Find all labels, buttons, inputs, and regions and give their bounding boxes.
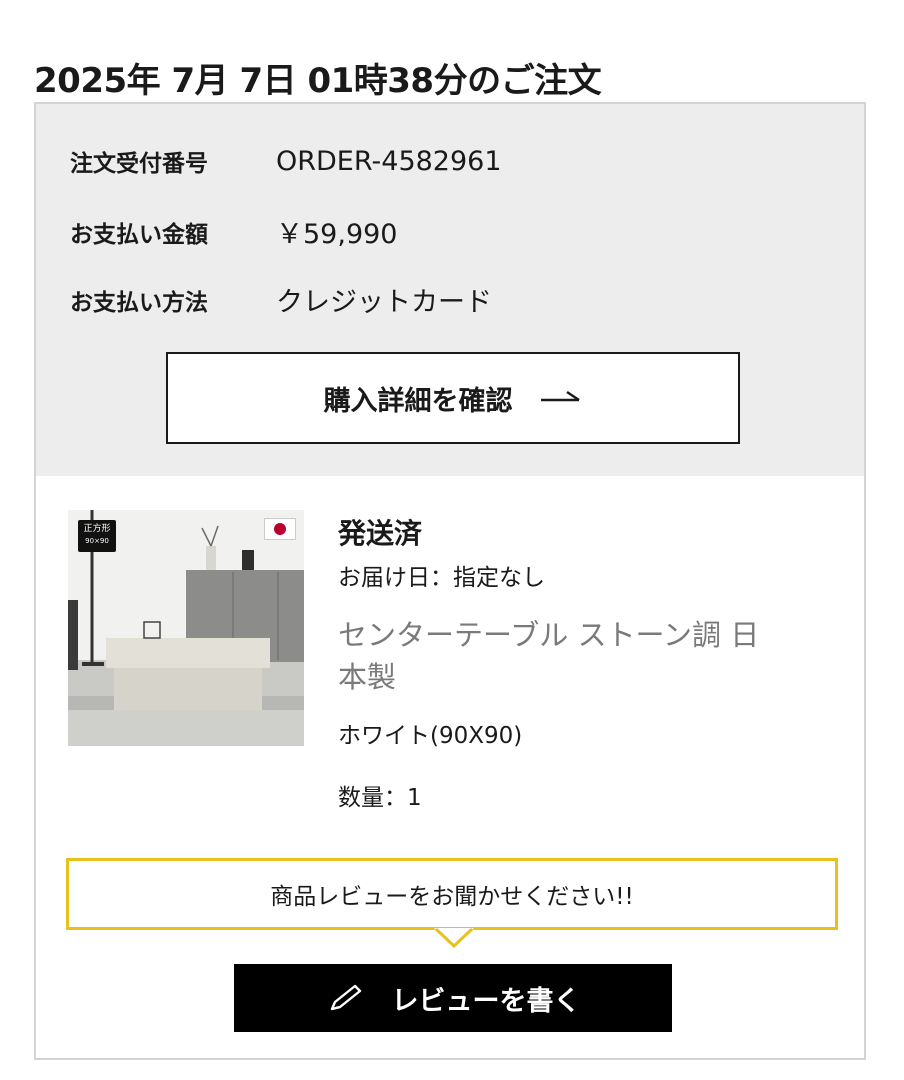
item-info: 発送済 お届け日：指定なし センターテーブル ストーン調 日本製 ホワイト(90… <box>338 514 838 814</box>
write-review-label: レビューを書く <box>391 985 581 1017</box>
view-purchase-details-label: 購入詳細を確認 <box>323 385 513 417</box>
order-number-value: ORDER-4582961 <box>276 145 502 177</box>
payment-amount-label: お支払い金額 <box>70 221 208 248</box>
japan-flag-icon <box>264 518 296 540</box>
order-summary: 注文受付番号 ORDER-4582961 お支払い金額 ￥59,990 お支払い… <box>36 104 864 476</box>
review-prompt-pointer <box>434 928 474 948</box>
shape-badge-size: 90×90 <box>85 537 109 545</box>
view-purchase-details-button[interactable]: 購入詳細を確認 <box>166 352 740 444</box>
delivery-date: お届け日：指定なし <box>338 565 545 591</box>
shipping-status: 発送済 <box>338 517 423 550</box>
arrow-right-icon <box>540 390 580 402</box>
payment-amount-value: ￥59,990 <box>276 219 398 250</box>
shape-badge-text: 正方形 <box>83 524 111 534</box>
payment-amount-row: お支払い金額 ￥59,990 <box>70 212 397 251</box>
product-quantity: 数量：1 <box>338 785 422 811</box>
order-card: 注文受付番号 ORDER-4582961 お支払い金額 ￥59,990 お支払い… <box>34 102 866 1060</box>
order-number-row: 注文受付番号 ORDER-4582961 <box>70 144 502 178</box>
product-image[interactable]: 正方形 90×90 <box>68 510 304 746</box>
payment-method-value: クレジットカード <box>276 287 492 318</box>
order-number-label: 注文受付番号 <box>70 151 208 177</box>
shape-badge: 正方形 90×90 <box>78 520 116 552</box>
product-name-link[interactable]: センターテーブル ストーン調 日本製 <box>338 614 768 698</box>
page-title: 2025年 7月 7日 01時38分のご注文 <box>34 60 602 101</box>
payment-method-row: お支払い方法 クレジットカード <box>70 280 492 319</box>
product-variant: ホワイト(90X90) <box>338 723 523 749</box>
payment-method-label: お支払い方法 <box>70 289 208 316</box>
review-prompt: 商品レビューをお聞かせください!! <box>66 858 838 930</box>
pen-icon <box>330 984 361 1011</box>
write-review-button[interactable]: レビューを書く <box>234 964 672 1032</box>
